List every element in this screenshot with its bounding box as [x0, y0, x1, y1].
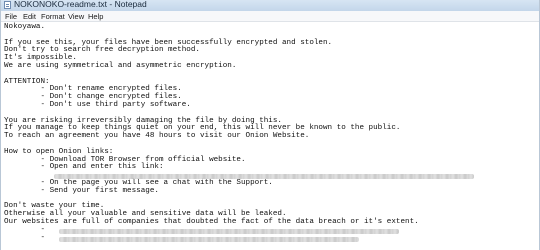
- title-bar[interactable]: NOKONOKO-readme.txt - Notepad: [1, 0, 539, 11]
- redacted-website-link: [59, 237, 359, 242]
- redacted-onion-link: [54, 174, 474, 179]
- text-line: We are using symmetrical and asymmetric …: [4, 62, 237, 70]
- text-line: -: [4, 233, 46, 242]
- menu-help[interactable]: Help: [88, 11, 103, 22]
- redacted-website-link: [59, 229, 399, 234]
- text-line: Nokoyawa.: [4, 23, 46, 31]
- text-line: - Don't use third party software.: [4, 101, 191, 109]
- notepad-icon: [4, 1, 11, 9]
- notepad-window: NOKONOKO-readme.txt - Notepad File Edit …: [0, 0, 540, 250]
- window-title: NOKONOKO-readme.txt - Notepad: [14, 0, 147, 9]
- text-line: Our websites are full of companies that …: [4, 218, 419, 226]
- text-line: To reach an agreement you have 48 hours …: [4, 132, 310, 141]
- menu-format[interactable]: Format: [41, 11, 65, 22]
- menu-file[interactable]: File: [5, 11, 17, 22]
- menu-edit[interactable]: Edit: [23, 11, 36, 22]
- text-line: - Open and enter this link:: [4, 163, 164, 172]
- menu-view[interactable]: View: [68, 11, 84, 22]
- text-line: - Send your first message.: [4, 186, 159, 195]
- text-editor-area[interactable]: Nokoyawa. If you see this, your files ha…: [4, 23, 539, 250]
- menu-bar: File Edit Format View Help: [1, 11, 539, 22]
